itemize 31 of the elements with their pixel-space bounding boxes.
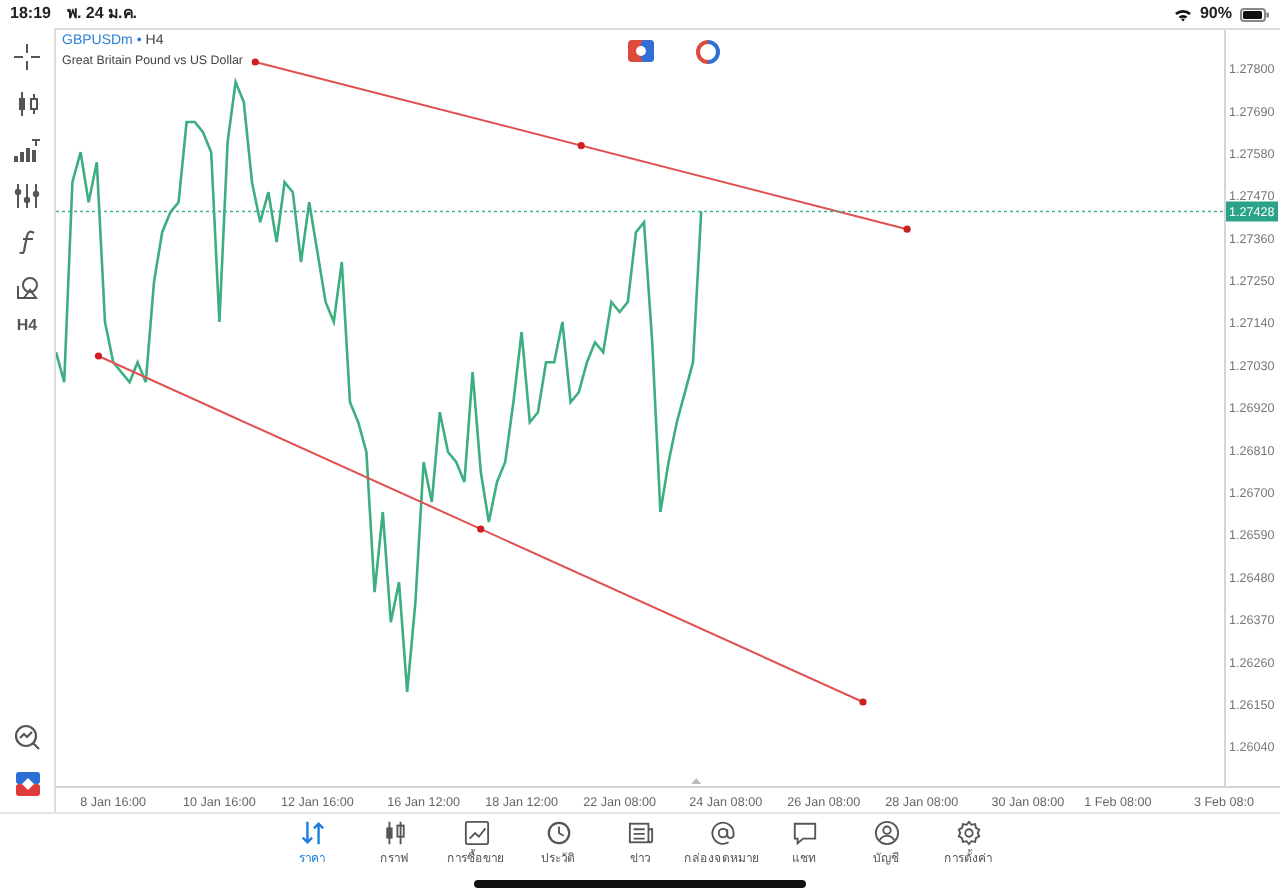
candlestick-button[interactable] (15, 88, 39, 120)
clock-icon (545, 820, 571, 846)
battery-icon (1240, 7, 1270, 21)
anchor-point[interactable] (251, 58, 259, 66)
candlestick-icon (381, 820, 407, 846)
ring-icon[interactable] (696, 40, 720, 64)
person-icon (873, 820, 899, 846)
line-chart-icon (463, 820, 489, 846)
newspaper-icon (627, 820, 653, 846)
anchor-point[interactable] (903, 225, 911, 233)
chat-bubble-icon (791, 820, 817, 846)
chart-search-icon[interactable] (14, 722, 40, 754)
crosshair-button[interactable] (14, 42, 40, 74)
anchor-point[interactable] (577, 142, 585, 150)
indicators-button[interactable] (14, 134, 40, 166)
anchor-point[interactable] (94, 352, 103, 360)
status-time: 18:19 (10, 2, 51, 26)
camera-square-icon[interactable] (628, 40, 654, 62)
function-button[interactable] (17, 226, 37, 258)
wifi-icon (1173, 7, 1192, 21)
shapes-button[interactable] (15, 272, 39, 304)
anchor-point[interactable] (859, 698, 867, 706)
at-sign-icon (709, 820, 735, 846)
status-date: พ. 24 ม.ค. (66, 2, 137, 26)
anchor-point[interactable] (477, 525, 485, 533)
battery-percent: 90% (1199, 2, 1232, 26)
sliders-button[interactable] (14, 180, 40, 212)
settings-icon (955, 820, 981, 846)
app-logo-icon[interactable] (15, 768, 39, 800)
price-arrows-icon (299, 820, 325, 846)
timeframe-button[interactable]: H4 (16, 318, 38, 334)
